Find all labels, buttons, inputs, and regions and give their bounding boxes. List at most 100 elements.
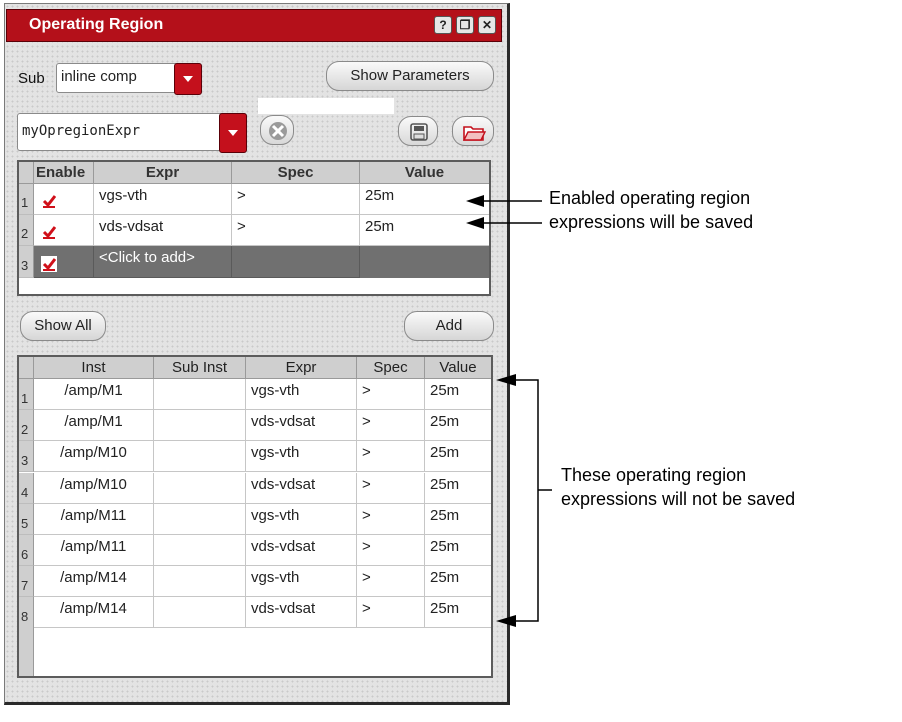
inst-cell[interactable]: /amp/M11 bbox=[34, 535, 154, 566]
column-header-spec[interactable]: Spec bbox=[232, 162, 360, 184]
table-row[interactable]: 2 vds-vdsat > 25m bbox=[19, 215, 489, 246]
help-icon[interactable]: ? bbox=[434, 16, 452, 34]
table-row-add[interactable]: 3 <Click to add> bbox=[19, 246, 489, 278]
folder-open-icon[interactable] bbox=[452, 116, 494, 146]
spec-cell[interactable] bbox=[232, 246, 360, 278]
table-row[interactable]: 5/amp/M11 vgs-vth >25m bbox=[19, 503, 491, 535]
table-row[interactable]: 3/amp/M10 vgs-vth >25m bbox=[19, 441, 491, 473]
column-header-spec[interactable]: Spec bbox=[357, 357, 425, 379]
spec-cell[interactable]: > bbox=[232, 215, 360, 246]
checkbox-checked-icon[interactable] bbox=[42, 225, 56, 239]
show-all-button[interactable]: Show All bbox=[20, 311, 106, 341]
enable-cell[interactable] bbox=[34, 184, 94, 215]
column-header-expr[interactable]: Expr bbox=[94, 162, 232, 184]
value-cell[interactable]: 25m bbox=[425, 473, 491, 504]
saved-annotation: Enabled operating region expressions wil… bbox=[549, 186, 753, 234]
sub-inst-cell[interactable] bbox=[154, 410, 246, 442]
table-row[interactable]: 4/amp/M10 vds-vdsat >25m bbox=[19, 472, 491, 504]
value-cell[interactable]: 25m bbox=[425, 535, 491, 566]
column-header-inst[interactable]: Inst bbox=[34, 357, 154, 379]
value-cell[interactable]: 25m bbox=[425, 504, 491, 535]
table-row[interactable]: 7/amp/M14 vgs-vth >25m bbox=[19, 566, 491, 598]
expr-cell[interactable]: vds-vdsat bbox=[246, 410, 357, 442]
expr-cell[interactable]: vds-vdsat bbox=[94, 215, 232, 246]
spec-cell[interactable]: > bbox=[357, 441, 425, 473]
spec-cell[interactable]: > bbox=[357, 597, 425, 629]
value-cell[interactable]: 25m bbox=[425, 566, 491, 598]
spec-cell[interactable]: > bbox=[357, 410, 425, 442]
row-number-header bbox=[19, 357, 34, 379]
sub-inst-cell[interactable] bbox=[154, 472, 246, 504]
inst-cell[interactable]: /amp/M10 bbox=[34, 472, 154, 504]
clear-x-icon[interactable] bbox=[260, 115, 294, 145]
inst-cell[interactable]: /amp/M10 bbox=[34, 441, 154, 473]
expr-cell[interactable]: vgs-vth bbox=[246, 441, 357, 473]
sub-dropdown[interactable]: inline comp bbox=[56, 63, 202, 95]
spec-cell[interactable]: > bbox=[357, 535, 425, 566]
click-to-add-cell[interactable]: <Click to add> bbox=[94, 246, 232, 278]
value-cell[interactable]: 25m bbox=[425, 441, 491, 473]
chevron-down-icon[interactable] bbox=[219, 113, 247, 153]
sub-inst-cell[interactable] bbox=[154, 535, 246, 566]
inst-cell[interactable]: /amp/M1 bbox=[34, 379, 154, 410]
table-row[interactable]: 1/amp/M1 vgs-vth >25m bbox=[19, 379, 491, 410]
row-number: 3 bbox=[19, 441, 34, 473]
inst-cell[interactable]: /amp/M1 bbox=[34, 410, 154, 442]
spec-cell[interactable]: > bbox=[357, 566, 425, 598]
expression-set-dropdown[interactable]: myOpregionExpr bbox=[17, 113, 247, 153]
row-number: 2 bbox=[19, 410, 34, 442]
not-saved-annotation-bracket bbox=[496, 374, 552, 627]
expr-cell[interactable]: vds-vdsat bbox=[246, 597, 357, 629]
checkbox-checked-icon[interactable] bbox=[42, 194, 56, 208]
saved-annotation-line2: expressions will be saved bbox=[549, 212, 754, 232]
not-saved-annotation-line2: expressions will not be saved bbox=[561, 489, 796, 509]
value-cell[interactable]: 25m bbox=[425, 410, 491, 442]
row-number: 2 bbox=[19, 215, 34, 246]
expr-cell[interactable]: vgs-vth bbox=[246, 503, 357, 535]
sub-inst-cell[interactable] bbox=[154, 503, 246, 535]
row-number-header bbox=[19, 162, 34, 184]
expr-cell[interactable]: vds-vdsat bbox=[246, 535, 357, 566]
show-parameters-button[interactable]: Show Parameters bbox=[326, 61, 494, 91]
add-button[interactable]: Add bbox=[404, 311, 494, 341]
spec-cell[interactable]: > bbox=[232, 184, 360, 215]
spec-cell[interactable]: > bbox=[357, 503, 425, 535]
table-row[interactable]: 1 vgs-vth > 25m bbox=[19, 184, 489, 215]
enable-cell[interactable] bbox=[34, 246, 94, 278]
checkbox-checked-icon[interactable] bbox=[42, 257, 56, 271]
column-header-expr[interactable]: Expr bbox=[246, 357, 357, 379]
inst-cell[interactable]: /amp/M11 bbox=[34, 503, 154, 535]
spec-cell[interactable]: > bbox=[357, 379, 425, 410]
expr-cell[interactable]: vds-vdsat bbox=[246, 472, 357, 504]
restore-icon[interactable]: ❐ bbox=[456, 16, 474, 34]
row-number: 7 bbox=[19, 566, 34, 598]
sub-inst-cell[interactable] bbox=[154, 379, 246, 410]
spec-cell[interactable]: > bbox=[357, 472, 425, 504]
column-header-value[interactable]: Value bbox=[425, 357, 491, 379]
row-number-gutter bbox=[19, 627, 34, 676]
value-cell[interactable]: 25m bbox=[425, 597, 491, 629]
value-cell[interactable] bbox=[360, 246, 489, 278]
expr-cell[interactable]: vgs-vth bbox=[246, 379, 357, 410]
sub-inst-cell[interactable] bbox=[154, 566, 246, 598]
value-cell[interactable]: 25m bbox=[425, 379, 491, 410]
enable-cell[interactable] bbox=[34, 215, 94, 246]
table-row[interactable]: 8/amp/M14 vds-vdsat >25m bbox=[19, 597, 491, 629]
sub-inst-cell[interactable] bbox=[154, 597, 246, 629]
not-saved-annotation: These operating region expressions will … bbox=[561, 463, 795, 511]
column-header-sub-inst[interactable]: Sub Inst bbox=[154, 357, 246, 379]
table-row[interactable]: 6/amp/M11 vds-vdsat >25m bbox=[19, 535, 491, 566]
table-row[interactable]: 2/amp/M1 vds-vdsat >25m bbox=[19, 410, 491, 442]
close-icon[interactable]: ✕ bbox=[478, 16, 496, 34]
not-saved-annotation-line1: These operating region bbox=[561, 465, 747, 485]
inst-cell[interactable]: /amp/M14 bbox=[34, 566, 154, 598]
column-header-enable[interactable]: Enable bbox=[34, 162, 94, 184]
instances-table: Inst Sub Inst Expr Spec Value 1/amp/M1 vg… bbox=[17, 355, 493, 678]
floppy-disk-icon[interactable] bbox=[398, 116, 438, 146]
expr-cell[interactable]: vgs-vth bbox=[246, 566, 357, 598]
inst-cell[interactable]: /amp/M14 bbox=[34, 597, 154, 629]
sub-inst-cell[interactable] bbox=[154, 441, 246, 473]
chevron-down-icon[interactable] bbox=[174, 63, 202, 95]
row-number: 3 bbox=[19, 246, 34, 278]
expr-cell[interactable]: vgs-vth bbox=[94, 184, 232, 215]
